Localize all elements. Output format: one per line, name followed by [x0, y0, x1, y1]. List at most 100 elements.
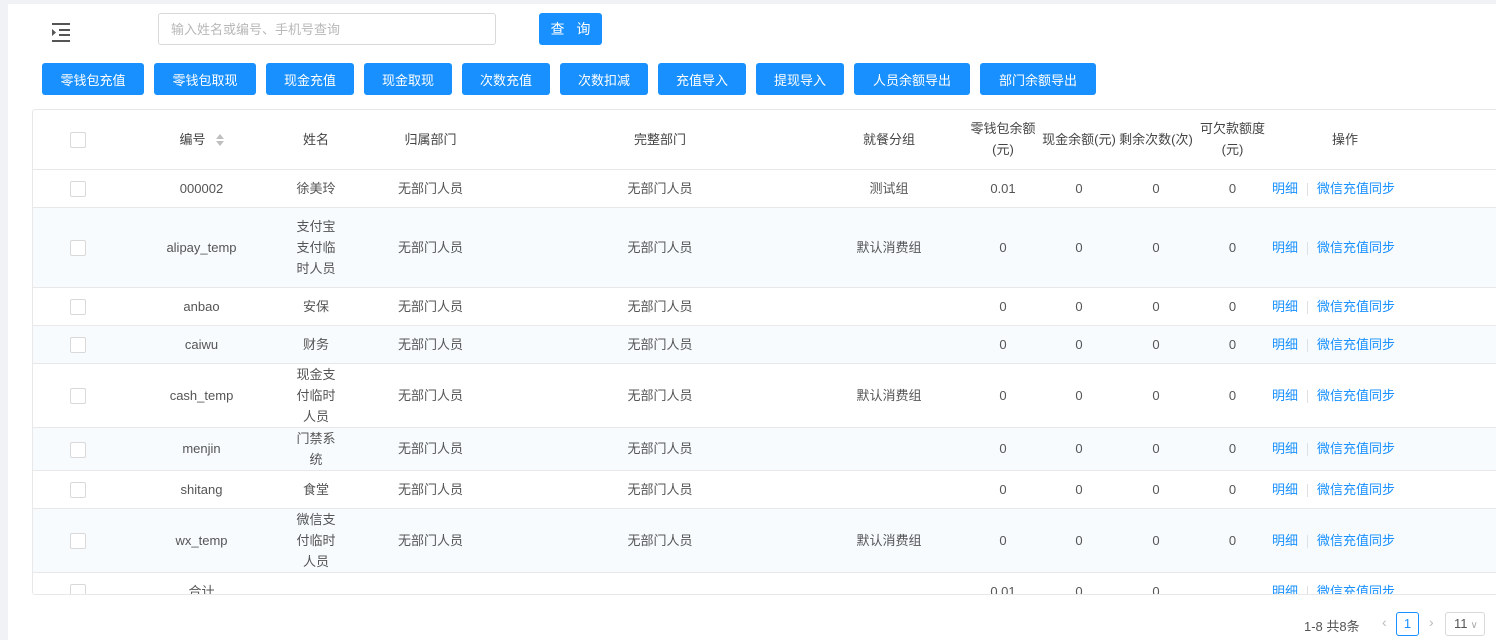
- row-checkbox[interactable]: [70, 299, 86, 316]
- cash-withdraw-button[interactable]: 现金取现: [364, 63, 452, 95]
- row-select-cell: [33, 287, 123, 326]
- detail-link[interactable]: 明细: [1272, 240, 1298, 255]
- table-row: caiwu 财务 无部门人员 无部门人员 0 0 0 0 明细 微信充值同步: [33, 325, 1496, 364]
- dept-balance-export-button[interactable]: 部门余额导出: [980, 63, 1096, 95]
- cell-full-dept: 无部门人员: [509, 363, 811, 428]
- column-header-id[interactable]: 编号: [123, 110, 280, 170]
- wechat-recharge-sync-link[interactable]: 微信充值同步: [1317, 240, 1395, 255]
- table-row: wx_temp 微信支付临时人员 无部门人员 无部门人员 默认消费组 0 0 0 0 明细 微信充值…: [33, 508, 1496, 573]
- cell-credit: 0: [1193, 169, 1272, 208]
- cell-group: 默认消费组: [811, 207, 967, 288]
- action-divider: [1307, 483, 1309, 497]
- detail-link[interactable]: 明细: [1272, 337, 1298, 352]
- row-checkbox[interactable]: [70, 181, 86, 198]
- action-divider: [1307, 389, 1309, 403]
- cell-credit: 0: [1193, 470, 1272, 509]
- action-divider: [1307, 338, 1309, 352]
- detail-link[interactable]: 明细: [1272, 299, 1298, 314]
- row-checkbox[interactable]: [70, 482, 86, 499]
- wallet-recharge-button[interactable]: 零钱包充值: [42, 63, 144, 95]
- row-select-cell: [33, 427, 123, 471]
- page-size-value: 11: [1454, 616, 1468, 631]
- cell-id: anbao: [123, 287, 280, 326]
- cash-recharge-button[interactable]: 现金充值: [266, 63, 354, 95]
- search-input[interactable]: [158, 13, 496, 45]
- table-row: menjin 门禁系统 无部门人员 无部门人员 0 0 0 0 明细 微信充值同步: [33, 427, 1496, 471]
- cell-dept: 无部门人员: [352, 470, 509, 509]
- cell-cash: 0: [1039, 427, 1119, 471]
- wechat-recharge-sync-link[interactable]: 微信充值同步: [1317, 388, 1395, 403]
- cell-cash: 0: [1039, 207, 1119, 288]
- column-header-credit: 可欠款额度(元): [1193, 110, 1272, 170]
- cell-credit: 0: [1193, 508, 1272, 573]
- cell-name: 财务: [280, 325, 352, 364]
- wallet-withdraw-button[interactable]: 零钱包取现: [154, 63, 256, 95]
- row-actions: 明细 微信充值同步: [1272, 363, 1496, 428]
- query-button[interactable]: 查 询: [539, 13, 602, 45]
- detail-link[interactable]: 明细: [1272, 584, 1298, 595]
- page-size-select[interactable]: 11 ∨: [1445, 612, 1485, 636]
- cell-dept: 无部门人员: [352, 169, 509, 208]
- chevron-right-icon[interactable]: ›: [1429, 614, 1434, 630]
- cell-wallet: 0: [967, 427, 1039, 471]
- chevron-left-icon[interactable]: ‹: [1382, 614, 1387, 630]
- table-row: alipay_temp 支付宝支付临时人员 无部门人员 无部门人员 默认消费组 0 0 0 0 明…: [33, 207, 1496, 288]
- wechat-recharge-sync-link[interactable]: 微信充值同步: [1317, 533, 1395, 548]
- cell-cash: 0: [1039, 363, 1119, 428]
- cell-name: 现金支付临时人员: [280, 363, 352, 428]
- cell-times: 0: [1119, 363, 1193, 428]
- menu-fold-icon[interactable]: [48, 20, 74, 44]
- total-wallet: 0.01: [967, 572, 1039, 594]
- recharge-import-button[interactable]: 充值导入: [658, 63, 746, 95]
- wechat-recharge-sync-link[interactable]: 微信充值同步: [1317, 337, 1395, 352]
- detail-link[interactable]: 明细: [1272, 181, 1298, 196]
- detail-link[interactable]: 明细: [1272, 441, 1298, 456]
- cell-cash: 0: [1039, 287, 1119, 326]
- member-balance-table: 编号 姓名 归属部门 完整部门 就餐分组 零钱包余额(元) 现金余额(元) 剩余…: [32, 109, 1496, 595]
- cell-id: cash_temp: [123, 363, 280, 428]
- cell-name: 食堂: [280, 470, 352, 509]
- row-checkbox[interactable]: [70, 441, 86, 458]
- row-select-cell: [33, 572, 123, 594]
- cell-full-dept: 无部门人员: [509, 169, 811, 208]
- member-balance-export-button[interactable]: 人员余额导出: [854, 63, 970, 95]
- cell-name: 徐美玲: [280, 169, 352, 208]
- detail-link[interactable]: 明细: [1272, 388, 1298, 403]
- wechat-recharge-sync-link[interactable]: 微信充值同步: [1317, 299, 1395, 314]
- cell-name: 支付宝支付临时人员: [280, 207, 352, 288]
- cell-times: 0: [1119, 470, 1193, 509]
- withdraw-import-button[interactable]: 提现导入: [756, 63, 844, 95]
- row-checkbox[interactable]: [70, 240, 86, 257]
- detail-link[interactable]: 明细: [1272, 482, 1298, 497]
- column-header-name: 姓名: [280, 110, 352, 170]
- times-recharge-button[interactable]: 次数充值: [462, 63, 550, 95]
- cell-name: 安保: [280, 287, 352, 326]
- row-checkbox[interactable]: [70, 584, 86, 594]
- table-header-row: 编号 姓名 归属部门 完整部门 就餐分组 零钱包余额(元) 现金余额(元) 剩余…: [33, 110, 1496, 170]
- cell-wallet: 0: [967, 508, 1039, 573]
- column-header-dept: 归属部门: [352, 110, 509, 170]
- cell-full-dept: 无部门人员: [509, 207, 811, 288]
- pagination-total: 1-8 共8条: [1304, 619, 1360, 634]
- wechat-recharge-sync-link[interactable]: 微信充值同步: [1317, 584, 1395, 595]
- row-checkbox[interactable]: [70, 533, 86, 550]
- cell-id: wx_temp: [123, 508, 280, 573]
- cell-credit: 0: [1193, 325, 1272, 364]
- row-checkbox[interactable]: [70, 388, 86, 405]
- select-all-checkbox[interactable]: [70, 132, 86, 149]
- action-divider: [1307, 585, 1309, 594]
- cell-wallet: 0: [967, 207, 1039, 288]
- action-divider: [1307, 443, 1309, 457]
- column-header-full-dept: 完整部门: [509, 110, 811, 170]
- wechat-recharge-sync-link[interactable]: 微信充值同步: [1317, 181, 1395, 196]
- wechat-recharge-sync-link[interactable]: 微信充值同步: [1317, 441, 1395, 456]
- times-deduct-button[interactable]: 次数扣减: [560, 63, 648, 95]
- row-select-cell: [33, 325, 123, 364]
- wechat-recharge-sync-link[interactable]: 微信充值同步: [1317, 482, 1395, 497]
- column-header-wallet: 零钱包余额(元): [967, 110, 1039, 170]
- page-number-current[interactable]: 1: [1396, 612, 1419, 636]
- cell-times: 0: [1119, 169, 1193, 208]
- row-checkbox[interactable]: [70, 337, 86, 354]
- sort-caret-icon[interactable]: [215, 134, 224, 147]
- detail-link[interactable]: 明细: [1272, 533, 1298, 548]
